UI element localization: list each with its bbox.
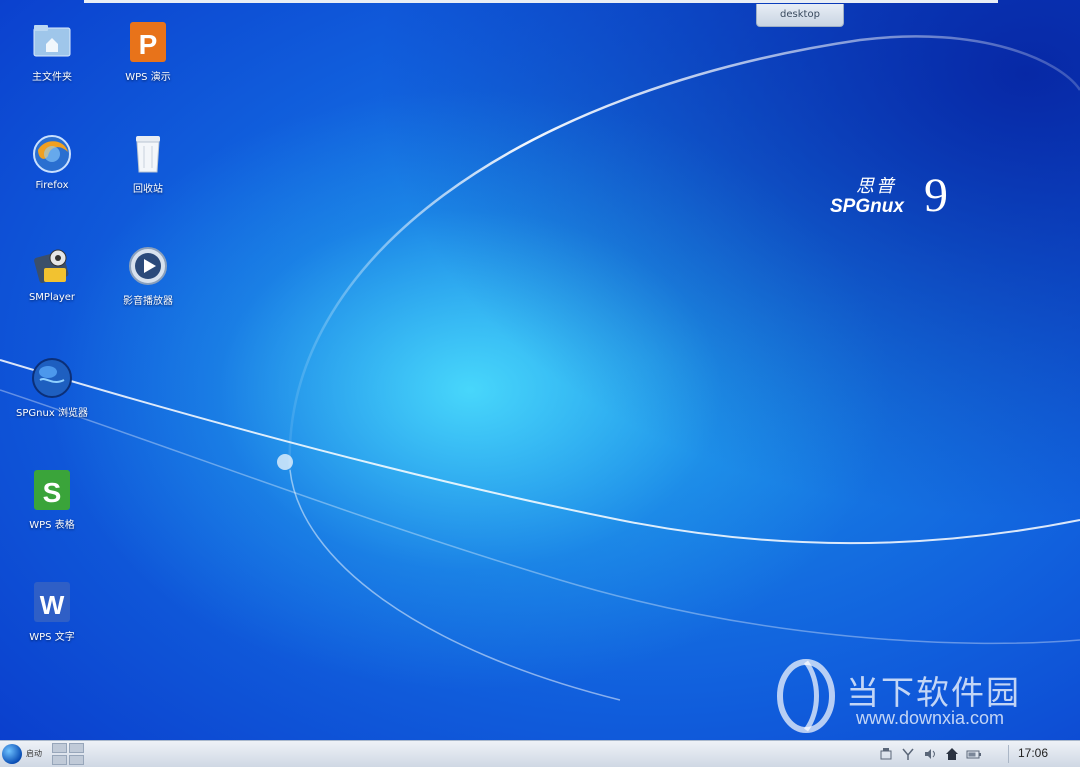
input-method-icon[interactable] — [900, 746, 916, 762]
workspace-switcher[interactable] — [52, 743, 84, 765]
watermark: 当下软件园 www.downxia.com — [776, 658, 1066, 738]
start-menu-button[interactable] — [2, 744, 22, 764]
desktop[interactable]: desktop 思普 SPGnux 9 主文件夹 P WPS 演示 Firefo… — [0, 0, 1080, 740]
desktop-icon-smplayer[interactable]: SMPlayer — [12, 244, 92, 303]
firefox-icon — [30, 132, 74, 176]
desktop-icon-label: SMPlayer — [28, 292, 76, 303]
network-icon[interactable] — [878, 746, 894, 762]
desktop-icon-label: 回收站 — [133, 184, 163, 195]
desktop-icon-home-folder[interactable]: 主文件夹 — [12, 20, 92, 83]
smplayer-icon — [30, 244, 74, 288]
desktop-icon-label: SPGnux 浏览器 — [16, 408, 88, 419]
wps-writer-icon: W — [30, 580, 74, 624]
desktop-icon-media-player[interactable]: 影音播放器 — [108, 244, 188, 307]
home-folder-icon — [30, 20, 74, 64]
trash-icon — [126, 132, 170, 176]
workspace-1[interactable] — [52, 743, 67, 753]
desktop-icon-wps-writer[interactable]: W WPS 文字 — [12, 580, 92, 643]
wps-presentation-icon: P — [126, 20, 170, 64]
desktop-icon-trash[interactable]: 回收站 — [108, 132, 188, 195]
desktop-icon-label: 主文件夹 — [32, 72, 72, 83]
svg-text:S: S — [43, 477, 62, 508]
battery-icon[interactable] — [966, 746, 982, 762]
workspace-3[interactable] — [52, 755, 67, 765]
clock[interactable]: 17:06 — [1018, 746, 1048, 760]
brand-cn: 思普 — [856, 176, 896, 197]
workspace-4[interactable] — [69, 755, 84, 765]
desktop-icon-label: Firefox — [35, 180, 69, 191]
volume-icon[interactable] — [922, 746, 938, 762]
start-label: 启动 — [26, 749, 42, 758]
wps-spreadsheet-icon: S — [30, 468, 74, 512]
desktop-icon-label: 影音播放器 — [123, 296, 173, 307]
desktop-icon-firefox[interactable]: Firefox — [12, 132, 92, 191]
watermark-url: www.downxia.com — [856, 708, 1005, 728]
top-edge-bar — [84, 0, 998, 3]
media-player-icon — [126, 244, 170, 288]
desktop-icon-browser[interactable]: SPGnux 浏览器 — [12, 356, 92, 419]
svg-text:P: P — [139, 29, 158, 60]
desktop-icon-label: WPS 演示 — [125, 72, 171, 83]
desktop-icon-label: WPS 表格 — [29, 520, 75, 531]
browser-globe-icon — [30, 356, 74, 400]
wallpaper-swoosh — [0, 0, 1080, 740]
desktop-icon-wps-spreadsheet[interactable]: S WPS 表格 — [12, 468, 92, 531]
brand-logo: 思普 SPGnux 9 — [826, 170, 966, 226]
watermark-logo-icon — [777, 659, 835, 733]
desktop-tab[interactable]: desktop — [756, 4, 844, 27]
system-tray — [878, 744, 982, 764]
watermark-cn: 当下软件园 — [846, 673, 1021, 712]
desktop-icon-wps-presentation[interactable]: P WPS 演示 — [108, 20, 188, 83]
tray-separator — [1008, 745, 1009, 763]
workspace-2[interactable] — [69, 743, 84, 753]
taskbar: 启动 17:06 — [0, 740, 1080, 767]
brand-version: 9 — [924, 169, 948, 222]
home-icon[interactable] — [944, 746, 960, 762]
brand-name: SPGnux — [830, 196, 904, 217]
svg-text:W: W — [40, 590, 65, 620]
desktop-icon-label: WPS 文字 — [29, 632, 75, 643]
